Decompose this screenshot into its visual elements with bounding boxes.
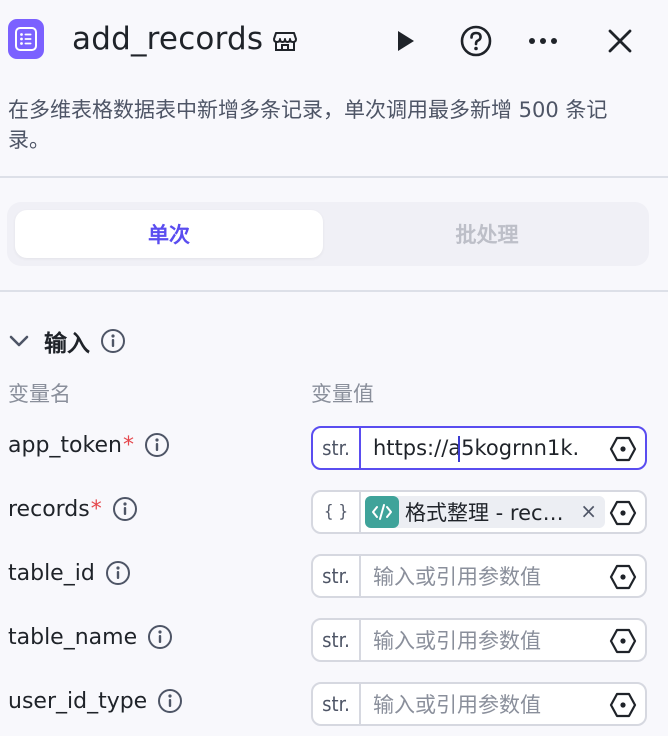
type-badge[interactable]: str. — [313, 428, 361, 468]
param-name: records — [8, 496, 90, 522]
mode-segmented-control: 单次 批处理 — [7, 202, 649, 266]
play-icon[interactable] — [388, 24, 422, 58]
type-badge[interactable]: str. — [313, 620, 361, 660]
param-name: app_token — [8, 432, 122, 458]
type-badge[interactable]: { } — [313, 492, 361, 532]
info-icon[interactable] — [100, 328, 126, 354]
info-icon[interactable] — [112, 496, 138, 522]
column-header-value: 变量值 — [311, 382, 374, 406]
required-marker: * — [122, 432, 134, 458]
list-doc-icon — [8, 19, 44, 59]
app-token-input[interactable]: https://a5kogrnn1k. — [373, 428, 603, 468]
param-label-table-id: table_id — [8, 560, 131, 586]
chevron-down-icon[interactable] — [8, 334, 30, 348]
code-icon — [365, 496, 399, 528]
node-header: add_records — [0, 0, 668, 84]
records-field[interactable]: { } 格式整理 - rec… × — [311, 490, 647, 534]
tab-single[interactable]: 单次 — [15, 210, 323, 258]
close-icon[interactable]: × — [580, 499, 597, 523]
type-badge[interactable]: str. — [313, 556, 361, 596]
info-icon[interactable] — [105, 560, 131, 586]
store-icon[interactable] — [272, 28, 298, 54]
table-id-input[interactable]: 输入或引用参数值 — [373, 556, 603, 596]
info-icon[interactable] — [157, 688, 183, 714]
hexagon-circle-icon[interactable] — [609, 435, 637, 463]
param-label-user-id-type: user_id_type — [8, 688, 183, 714]
hexagon-circle-icon[interactable] — [609, 627, 637, 655]
param-label-records: records * — [8, 496, 138, 522]
table-name-field[interactable]: str. 输入或引用参数值 — [311, 618, 647, 662]
param-name: user_id_type — [8, 688, 148, 714]
app-token-field[interactable]: str. https://a5kogrnn1k. — [311, 426, 647, 470]
node-title[interactable]: add_records — [72, 21, 263, 57]
more-icon[interactable] — [526, 24, 560, 58]
section-title: 输入 — [44, 331, 90, 357]
type-badge[interactable]: str. — [313, 684, 361, 724]
close-icon[interactable] — [603, 24, 637, 58]
tab-batch[interactable]: 批处理 — [333, 210, 641, 258]
reference-tag[interactable]: 格式整理 - rec… × — [365, 496, 605, 528]
help-icon[interactable] — [459, 24, 493, 58]
user-id-type-input[interactable]: 输入或引用参数值 — [373, 684, 603, 724]
column-header-name: 变量名 — [8, 382, 71, 406]
param-label-table-name: table_name — [8, 624, 173, 650]
param-name: table_id — [8, 560, 95, 586]
hexagon-circle-icon[interactable] — [609, 563, 637, 591]
table-id-field[interactable]: str. 输入或引用参数值 — [311, 554, 647, 598]
info-icon[interactable] — [144, 432, 170, 458]
user-id-type-field[interactable]: str. 输入或引用参数值 — [311, 682, 647, 726]
table-name-input[interactable]: 输入或引用参数值 — [373, 620, 603, 660]
node-description: 在多维表格数据表中新增多条记录，单次调用最多新增 500 条记录。 — [8, 98, 608, 152]
hexagon-circle-icon[interactable] — [609, 499, 637, 527]
hexagon-circle-icon[interactable] — [609, 691, 637, 719]
required-marker: * — [90, 496, 102, 522]
divider — [0, 176, 668, 178]
reference-label: 格式整理 - rec… — [405, 501, 564, 525]
info-icon[interactable] — [147, 624, 173, 650]
input-section-header[interactable]: 输入 — [8, 321, 126, 361]
text-caret — [458, 436, 460, 462]
divider — [0, 290, 668, 292]
param-label-app-token: app_token * — [8, 432, 170, 458]
param-name: table_name — [8, 624, 138, 650]
